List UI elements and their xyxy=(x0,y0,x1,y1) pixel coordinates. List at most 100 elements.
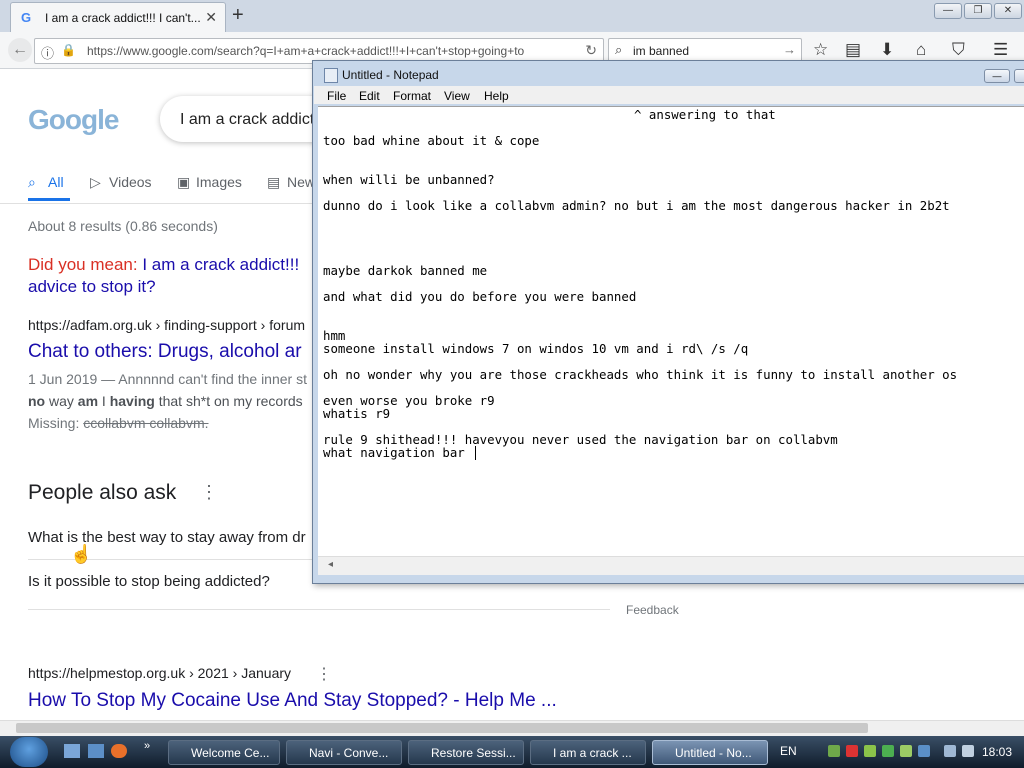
result-snippet-line2: no way am I having that sh*t on my recor… xyxy=(28,393,303,409)
taskbar-item[interactable]: Navi - Conve... xyxy=(286,740,402,765)
menu-edit[interactable]: Edit xyxy=(359,89,380,103)
menu-format[interactable]: Format xyxy=(393,89,431,103)
result-breadcrumb[interactable]: https://helpmestop.org.uk › 2021 › Janua… xyxy=(28,665,291,681)
tab-videos[interactable]: Videos xyxy=(109,174,152,190)
clock[interactable]: 18:03 xyxy=(982,745,1012,759)
video-icon: ▷ xyxy=(90,174,101,190)
taskbar-item[interactable]: Restore Sessi... xyxy=(408,740,524,765)
switch-windows-icon[interactable] xyxy=(88,744,104,758)
reload-icon[interactable]: ↻ xyxy=(585,42,597,59)
hand-cursor-icon: ☝ xyxy=(70,544,93,564)
paa-question[interactable]: Is it possible to stop being addicted? xyxy=(28,573,270,590)
tab-title: I am a crack addict!!! I can't... xyxy=(45,11,201,25)
browser-tab[interactable]: G I am a crack addict!!! I can't... ✕ xyxy=(10,2,226,33)
people-also-ask-heading: People also ask xyxy=(28,481,177,504)
text-line: oh no wonder why you are those crackhead… xyxy=(323,367,958,382)
text-line: what navigation bar xyxy=(323,445,465,460)
more-options-icon[interactable]: ⋮ xyxy=(200,482,218,503)
more-options-icon[interactable]: ⋮ xyxy=(316,664,332,684)
search-icon: ⌕ xyxy=(28,174,36,190)
network-icon[interactable] xyxy=(944,745,956,757)
text-caret xyxy=(475,446,476,460)
google-logo[interactable]: Google xyxy=(28,104,119,136)
restore-button[interactable]: ❐ xyxy=(964,3,992,19)
result-breadcrumb[interactable]: https://adfam.org.uk › finding-support ›… xyxy=(28,317,305,333)
google-favicon-icon: G xyxy=(21,10,32,25)
notepad-icon xyxy=(324,68,338,83)
text-line: someone install windows 7 on windos 10 v… xyxy=(323,341,749,356)
did-you-mean-link-cont[interactable]: advice to stop it? xyxy=(28,277,156,296)
lock-icon: 🔒 xyxy=(61,43,76,57)
did-you-mean: Did you mean: I am a crack addict!!! adv… xyxy=(28,254,318,298)
tray-icon[interactable] xyxy=(864,745,876,757)
home-icon[interactable]: ⌂ xyxy=(916,40,926,60)
google-query[interactable]: I am a crack addict xyxy=(180,111,314,129)
show-desktop-icon[interactable] xyxy=(64,744,80,758)
info-icon[interactable]: ⓘ xyxy=(41,43,54,62)
firefox-quicklaunch-icon[interactable] xyxy=(111,744,127,758)
search-icon: ⌕ xyxy=(615,42,623,57)
search-go-icon[interactable]: → xyxy=(783,42,796,57)
search-input[interactable]: im banned xyxy=(633,44,689,58)
tray-icon[interactable] xyxy=(882,745,894,757)
start-button[interactable] xyxy=(10,737,48,767)
missing-label: Missing: xyxy=(28,415,84,431)
divider xyxy=(0,203,312,204)
snippet-bold: having xyxy=(109,393,155,409)
missing-words: ccollabvm collabvm. xyxy=(83,415,209,431)
text-line: dunno do i look like a collabvm admin? n… xyxy=(323,198,950,213)
text-line: and what did you do before you were bann… xyxy=(323,289,637,304)
volume-icon[interactable] xyxy=(962,745,974,757)
notepad-maximize-button[interactable] xyxy=(1014,69,1024,83)
snippet-bold: am xyxy=(77,393,99,409)
text-line: maybe darkok banned me xyxy=(323,263,488,278)
text-line: too bad whine about it & cope xyxy=(323,133,540,148)
result-snippet: 1 Jun 2019 — Annnnnd can't find the inne… xyxy=(28,371,307,387)
result-title[interactable]: Chat to others: Drugs, alcohol ar xyxy=(28,341,302,363)
scroll-left-icon[interactable]: ◂ xyxy=(328,559,333,570)
minimize-button[interactable]: — xyxy=(934,3,962,19)
notepad-horizontal-scrollbar[interactable]: ◂ xyxy=(318,556,1024,575)
taskbar-item[interactable]: I am a crack ... xyxy=(530,740,646,765)
text-line: whatis r9 xyxy=(323,406,391,421)
result-title[interactable]: How To Stop My Cocaine Use And Stay Stop… xyxy=(28,690,557,712)
snippet-text: way xyxy=(45,393,78,409)
image-icon: ▣ xyxy=(177,174,191,190)
tab-news[interactable]: New xyxy=(287,174,315,190)
language-indicator[interactable]: EN xyxy=(780,744,797,758)
library-icon[interactable]: ▤ xyxy=(845,40,861,60)
active-tab-indicator xyxy=(28,198,70,201)
tray-icon[interactable] xyxy=(900,745,912,757)
notepad-minimize-button[interactable]: — xyxy=(984,69,1010,83)
pocket-icon[interactable]: ⛉ xyxy=(952,40,965,60)
notepad-title: Untitled - Notepad xyxy=(342,68,439,82)
menu-icon[interactable]: ☰ xyxy=(993,40,1008,60)
taskbar-item[interactable]: Welcome Ce... xyxy=(168,740,280,765)
downloads-icon[interactable]: ⬇ xyxy=(880,40,894,60)
missing-terms: Missing: ccollabvm collabvm. xyxy=(28,415,209,431)
taskbar-item-active[interactable]: Untitled - No... xyxy=(652,740,768,765)
menu-help[interactable]: Help xyxy=(484,89,509,103)
url-text[interactable]: https://www.google.com/search?q=I+am+a+c… xyxy=(87,44,577,58)
did-you-mean-label: Did you mean: xyxy=(28,255,138,274)
did-you-mean-link[interactable]: I am a crack addict!!! xyxy=(142,255,299,274)
tray-icon[interactable] xyxy=(828,745,840,757)
text-line: when willi be unbanned? xyxy=(323,172,495,187)
close-tab-icon[interactable]: ✕ xyxy=(205,9,217,26)
snippet-text: I xyxy=(98,393,110,409)
news-icon: ▤ xyxy=(267,174,281,190)
scrollbar-thumb[interactable] xyxy=(16,723,868,733)
menu-view[interactable]: View xyxy=(444,89,470,103)
tray-icon[interactable] xyxy=(918,745,930,757)
new-tab-button[interactable]: + xyxy=(232,4,244,27)
back-button[interactable]: ← xyxy=(8,38,32,62)
tray-icon[interactable] xyxy=(846,745,858,757)
close-window-button[interactable]: ✕ xyxy=(994,3,1022,19)
tab-all[interactable]: All xyxy=(48,174,64,190)
quicklaunch-overflow-icon[interactable]: » xyxy=(144,740,150,752)
tab-images[interactable]: Images xyxy=(196,174,242,190)
snippet-bold: no xyxy=(28,393,46,409)
menu-file[interactable]: File xyxy=(327,89,346,103)
feedback-link[interactable]: Feedback xyxy=(626,603,679,617)
bookmark-star-icon[interactable]: ☆ xyxy=(813,40,828,60)
